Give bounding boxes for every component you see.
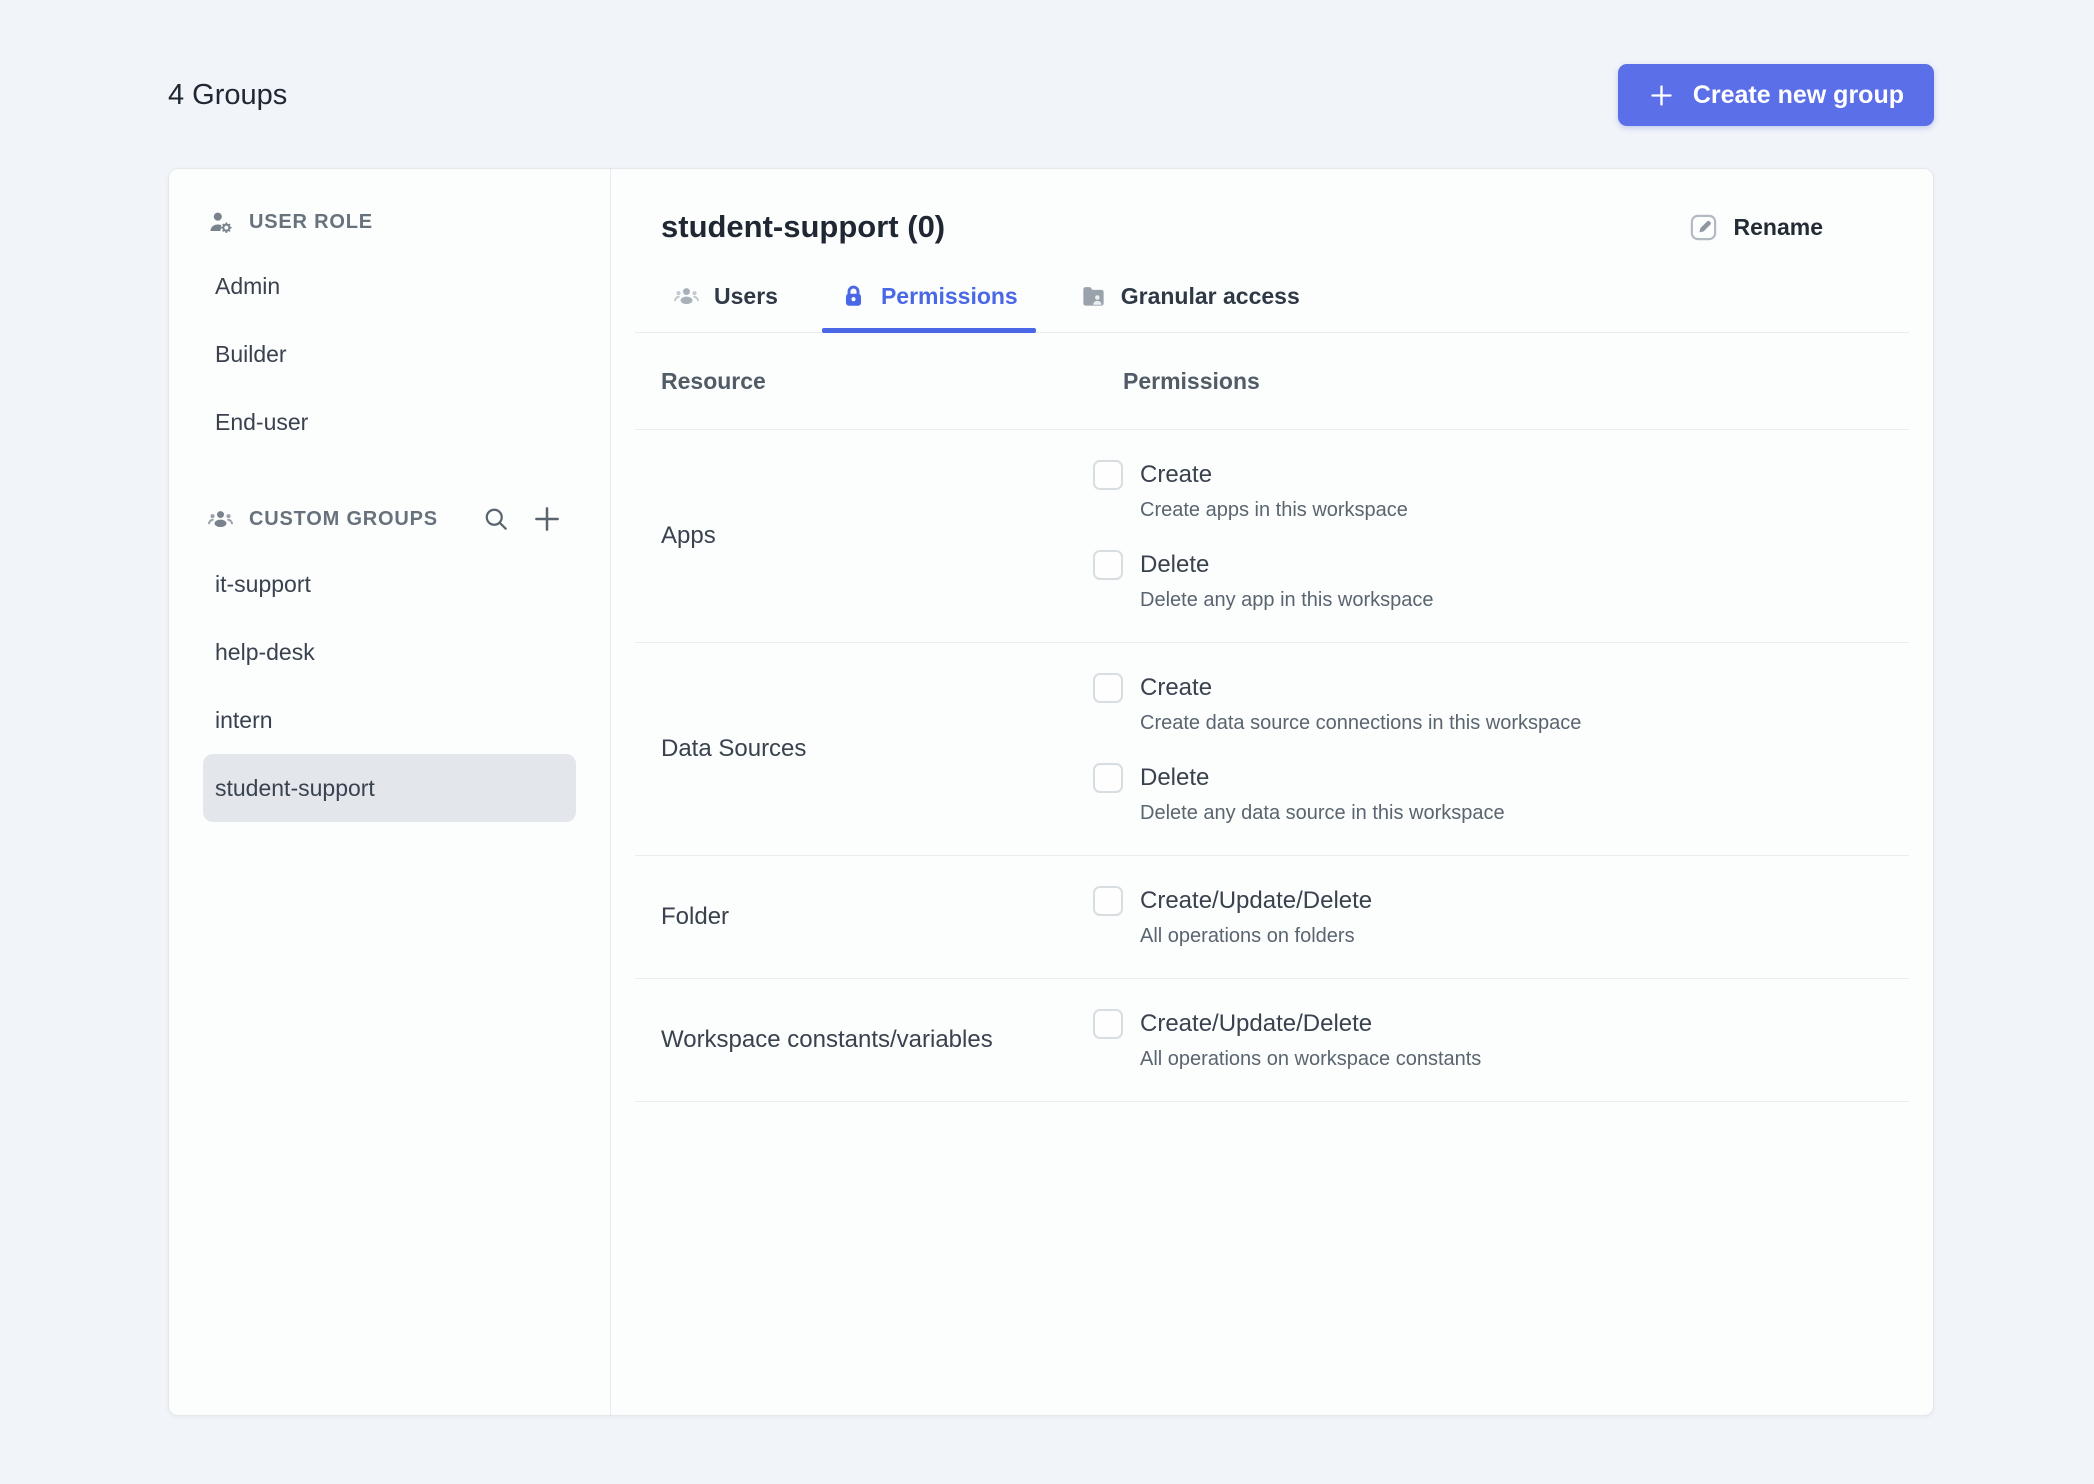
rename-button[interactable]: Rename [1688,212,1823,243]
permission-label: Create [1140,461,1213,488]
custom-groups-section-header: CUSTOM GROUPS [169,504,610,534]
permission-checkbox[interactable] [1093,886,1123,916]
permission-item: Create Create apps in this workspace [1093,460,1909,522]
search-icon [482,505,510,533]
sidebar-group-item-label: End-user [215,408,309,435]
permission-item: Create Create data source connections in… [1093,673,1909,735]
resource-permissions: Create Create apps in this workspace Del… [1093,460,1909,612]
permission-description: Delete any data source in this workspace [1140,802,1505,824]
permission-checkbox[interactable] [1093,763,1123,793]
permission-item: Create/Update/Delete All operations on f… [1093,886,1909,948]
resource-label: Workspace constants/variables [661,1026,993,1053]
add-group-button[interactable] [532,504,562,534]
sidebar-item-builder[interactable]: Builder [203,320,576,388]
permission-label: Create [1140,674,1213,701]
lock-icon [840,283,867,310]
groups-count-title: 4 Groups [168,78,288,111]
sidebar-item-intern[interactable]: intern [203,686,576,754]
resource-permissions: Create/Update/Delete All operations on w… [1093,1009,1909,1071]
create-new-group-button[interactable]: Create new group [1617,64,1934,126]
permissions-table-row: Workspace constants/variables Create/Upd… [635,979,1909,1102]
group-detail-panel: student-support (0) Rename Users Permiss… [611,169,1933,1415]
plus-icon [532,504,562,534]
groups-panel: USER ROLE Admin Builder End-user CUSTOM … [168,168,1934,1416]
user-role-list: Admin Builder End-user [169,252,610,456]
permission-label: Delete [1140,764,1210,791]
permission-description: Delete any app in this workspace [1140,589,1434,611]
topbar: 4 Groups Create new group [168,0,1934,126]
tab-granular-access[interactable]: Granular access [1062,283,1318,332]
permissions-table-row: Folder Create/Update/Delete All operatio… [635,856,1909,979]
permission-checkbox[interactable] [1093,550,1123,580]
column-header-permissions: Permissions [1123,367,1260,394]
users-icon [673,283,700,310]
column-header-resource: Resource [661,367,766,394]
permissions-table-header: Resource Permissions [635,333,1909,430]
sidebar-item-end-user[interactable]: End-user [203,388,576,456]
permissions-table-row: Apps Create Create apps in this workspac… [635,430,1909,643]
rename-label: Rename [1733,213,1823,240]
custom-groups-list: it-support help-desk intern student-supp… [169,550,610,822]
tab-users[interactable]: Users [655,283,796,332]
groups-sidebar: USER ROLE Admin Builder End-user CUSTOM … [169,169,611,1415]
permission-label: Create/Update/Delete [1140,887,1373,914]
permission-description: All operations on workspace constants [1140,1048,1482,1070]
permission-item: Delete Delete any data source in this wo… [1093,763,1909,825]
permission-checkbox[interactable] [1093,460,1123,490]
sidebar-group-item-label: Builder [215,340,287,367]
people-group-icon [207,506,234,533]
permission-item: Create/Update/Delete All operations on w… [1093,1009,1909,1071]
permission-label: Create/Update/Delete [1140,1010,1373,1037]
permission-description: Create apps in this workspace [1140,499,1408,521]
permissions-table: Resource Permissions Apps Create Create … [635,333,1909,1102]
group-title: student-support (0) [661,209,946,244]
sidebar-item-student-support[interactable]: student-support [203,754,576,822]
permission-checkbox[interactable] [1093,1009,1123,1039]
edit-pencil-icon [1688,212,1719,243]
group-tabs: Users Permissions Granular access [635,283,1909,333]
sidebar-group-item-label: Admin [215,272,281,299]
custom-groups-section-title: CUSTOM GROUPS [249,507,438,530]
resource-permissions: Create Create data source connections in… [1093,673,1909,825]
sidebar-group-item-label: student-support [215,774,375,801]
plus-icon [1648,82,1675,109]
search-groups-button[interactable] [482,505,510,533]
tab-granular-access-label: Granular access [1120,283,1300,309]
tab-permissions-label: Permissions [880,283,1018,309]
folder-user-icon [1080,283,1107,310]
sidebar-item-it-support[interactable]: it-support [203,550,576,618]
user-role-section-title: USER ROLE [249,211,373,233]
permission-checkbox[interactable] [1093,673,1123,703]
sidebar-group-item-label: it-support [215,570,311,597]
user-role-icon [207,209,234,236]
sidebar-group-item-label: intern [215,706,273,733]
user-role-section-header: USER ROLE [169,209,610,236]
sidebar-item-admin[interactable]: Admin [203,252,576,320]
permissions-table-row: Data Sources Create Create data source c… [635,643,1909,856]
tab-users-label: Users [714,283,778,309]
tab-permissions[interactable]: Permissions [821,283,1036,333]
create-new-group-label: Create new group [1692,80,1904,109]
permission-item: Delete Delete any app in this workspace [1093,550,1909,612]
resource-label: Apps [661,522,716,549]
permission-description: All operations on folders [1140,925,1355,947]
permissions-table-body: Apps Create Create apps in this workspac… [635,430,1909,1102]
resource-label: Folder [661,903,730,930]
resource-label: Data Sources [661,735,807,762]
permission-label: Delete [1140,551,1210,578]
resource-permissions: Create/Update/Delete All operations on f… [1093,886,1909,948]
permission-description: Create data source connections in this w… [1140,712,1582,734]
sidebar-item-help-desk[interactable]: help-desk [203,618,576,686]
sidebar-group-item-label: help-desk [215,638,315,665]
